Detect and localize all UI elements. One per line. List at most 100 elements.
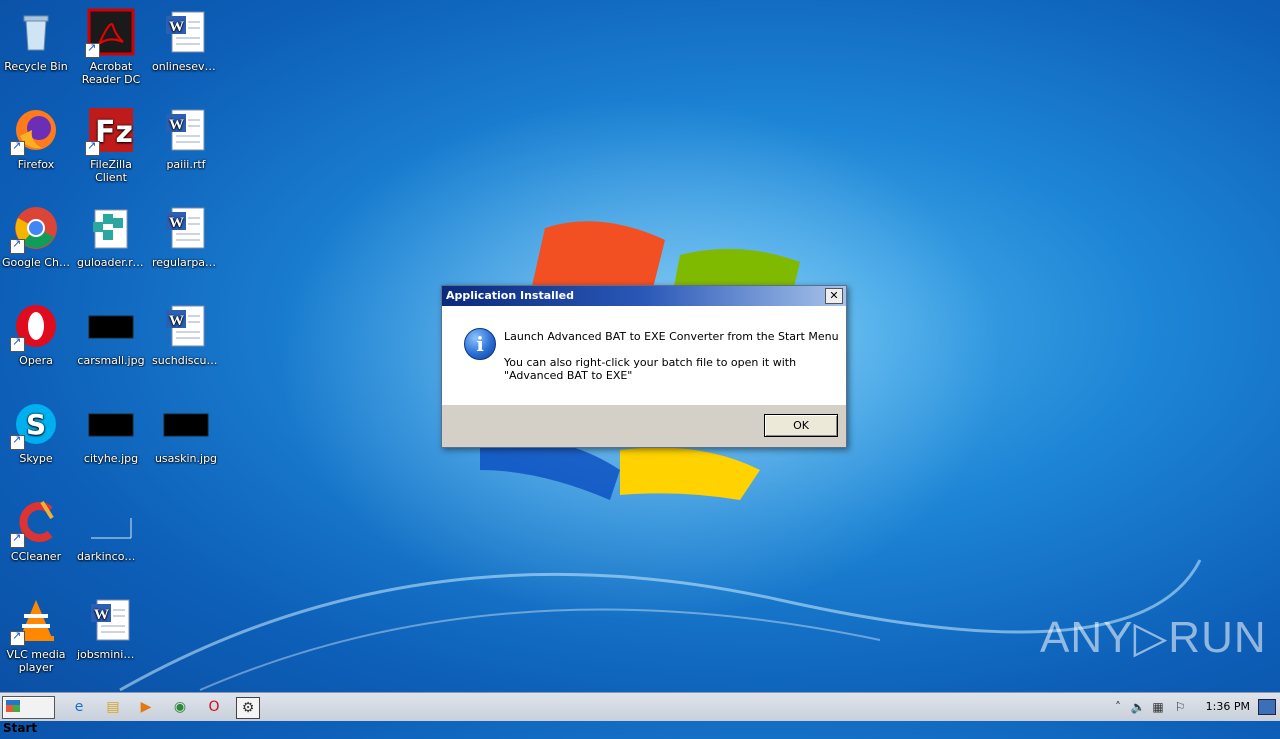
desktop-icon[interactable]: Recycle Bin bbox=[0, 2, 72, 73]
desktop-icon-label: Skype bbox=[19, 452, 53, 465]
explorer-icon: ▤ bbox=[106, 699, 120, 715]
application-installed-dialog: Application Installed ✕ i Launch Advance… bbox=[441, 285, 847, 448]
desktop-icon-label: Google Chrome bbox=[2, 256, 72, 269]
ccleaner-icon bbox=[10, 498, 60, 548]
desktop-icon[interactable]: CCleaner bbox=[0, 492, 72, 563]
dialog-titlebar[interactable]: Application Installed ✕ bbox=[442, 286, 846, 306]
svg-text:W: W bbox=[169, 19, 184, 35]
dialog-message-secondary: You can also right-click your batch file… bbox=[504, 356, 797, 382]
word-doc-icon: W bbox=[162, 204, 210, 252]
desktop-icon[interactable]: Wjobsminimu.... bbox=[75, 590, 147, 661]
ok-button[interactable]: OK bbox=[764, 414, 838, 437]
image-file-icon bbox=[87, 400, 135, 448]
volume-icon[interactable]: 🔈 bbox=[1130, 699, 1146, 715]
desktop-icon-label: suchdiscussi.... bbox=[152, 354, 222, 367]
desktop-icon[interactable]: Wonlineseven.... bbox=[150, 2, 222, 73]
desktop-icon[interactable]: darkincome.... bbox=[75, 492, 147, 563]
taskbar: Start e ▤ ▶ ◉ O ⚙ ˄ 🔈 ▦ ⚐ 1:36 PM bbox=[0, 692, 1280, 735]
desktop-icon[interactable]: Wpaiii.rtf bbox=[150, 100, 222, 171]
svg-text:W: W bbox=[169, 215, 184, 231]
installer-icon: ⚙ bbox=[241, 700, 255, 716]
word-doc-icon: W bbox=[162, 8, 210, 56]
desktop-icon[interactable]: usaskin.jpg bbox=[150, 394, 222, 465]
desktop-icon-label: Recycle Bin bbox=[4, 60, 68, 73]
taskbar-chrome-button[interactable]: ◉ bbox=[169, 697, 191, 717]
recycle-bin-icon bbox=[12, 8, 60, 56]
desktop-icon[interactable]: Google Chrome bbox=[0, 198, 72, 269]
clock[interactable]: 1:36 PM bbox=[1206, 700, 1250, 713]
taskbar-ie-button[interactable]: e bbox=[68, 697, 90, 717]
shortcut-arrow-icon bbox=[10, 433, 25, 450]
desktop-icon[interactable]: cityhe.jpg bbox=[75, 394, 147, 465]
desktop-icon[interactable]: Opera bbox=[0, 296, 72, 367]
dialog-button-area: OK bbox=[442, 405, 846, 447]
desktop-icon[interactable]: carsmall.jpg bbox=[75, 296, 147, 367]
shortcut-arrow-icon bbox=[85, 41, 100, 58]
acrobat-icon bbox=[85, 8, 135, 58]
desktop-icon-label: FileZilla Client bbox=[90, 158, 132, 184]
desktop-icon-label: VLC media player bbox=[6, 648, 66, 674]
svg-text:S: S bbox=[26, 408, 46, 441]
opera-icon: O bbox=[208, 699, 220, 715]
action-center-flag-icon[interactable]: ⚐ bbox=[1172, 699, 1188, 715]
shortcut-arrow-icon bbox=[10, 629, 25, 646]
start-button[interactable]: Start bbox=[2, 696, 55, 735]
desktop-icon-label: regularpass.... bbox=[152, 256, 222, 269]
opera-icon bbox=[10, 302, 60, 352]
image-file-icon bbox=[87, 302, 135, 350]
show-hidden-icon[interactable]: ˄ bbox=[1110, 699, 1126, 715]
desktop-icon[interactable]: Fz FileZilla Client bbox=[75, 100, 147, 184]
desktop-icon[interactable]: guloader.reg bbox=[75, 198, 147, 269]
shortcut-arrow-icon bbox=[10, 335, 25, 352]
chrome-icon bbox=[10, 204, 60, 254]
windows-logo-icon bbox=[6, 700, 20, 712]
skype-icon: S bbox=[10, 400, 60, 450]
desktop-icon-label: darkincome.... bbox=[77, 550, 147, 563]
close-icon: ✕ bbox=[829, 289, 839, 302]
desktop-icon[interactable]: Firefox bbox=[0, 100, 72, 171]
registry-file-icon bbox=[87, 204, 135, 252]
firefox-icon bbox=[10, 106, 60, 156]
desktop-icon-label: Acrobat Reader DC bbox=[81, 60, 141, 86]
desktop-icon-label: cityhe.jpg bbox=[83, 452, 139, 465]
desktop-icon-label: jobsminimu.... bbox=[77, 648, 147, 661]
word-doc-icon: W bbox=[162, 106, 210, 154]
shortcut-arrow-icon bbox=[10, 139, 25, 156]
desktop-icon-label: carsmall.jpg bbox=[77, 354, 145, 367]
svg-text:W: W bbox=[169, 117, 184, 133]
shortcut-arrow-icon bbox=[10, 237, 25, 254]
desktop-icon-label: Opera bbox=[19, 354, 53, 367]
taskbar-opera-button[interactable]: O bbox=[203, 697, 225, 717]
filezilla-icon: Fz bbox=[85, 106, 135, 156]
desktop-icon-label: guloader.reg bbox=[77, 256, 147, 269]
desktop-icon[interactable]: S Skype bbox=[0, 394, 72, 465]
taskbar-media-player-button[interactable]: ▶ bbox=[135, 697, 157, 717]
svg-text:W: W bbox=[94, 607, 109, 623]
dialog-title: Application Installed bbox=[446, 289, 575, 302]
desktop-icon[interactable]: Wsuchdiscussi.... bbox=[150, 296, 222, 367]
anyrun-watermark: ANY▷RUN bbox=[1040, 613, 1267, 662]
system-tray: ˄ 🔈 ▦ ⚐ 1:36 PM bbox=[1104, 693, 1280, 721]
desktop-icon-label: paiii.rtf bbox=[166, 158, 206, 171]
shortcut-arrow-icon bbox=[10, 531, 25, 548]
vlc-icon bbox=[10, 596, 60, 646]
taskbar-installer-button[interactable]: ⚙ bbox=[236, 697, 260, 719]
dialog-message-primary: Launch Advanced BAT to EXE Converter fro… bbox=[504, 330, 839, 343]
taskbar-explorer-button[interactable]: ▤ bbox=[102, 697, 124, 717]
network-icon[interactable]: ▦ bbox=[1150, 699, 1166, 715]
desktop-icon-label: CCleaner bbox=[10, 550, 62, 563]
close-button[interactable]: ✕ bbox=[825, 288, 843, 304]
desktop-icon[interactable]: Acrobat Reader DC bbox=[75, 2, 147, 86]
desktop-icon-label: onlineseven.... bbox=[152, 60, 222, 73]
chrome-icon: ◉ bbox=[173, 699, 187, 715]
ie-icon: e bbox=[74, 699, 84, 715]
shortcut-arrow-icon bbox=[85, 139, 100, 156]
desktop-icon[interactable]: VLC media player bbox=[0, 590, 72, 674]
image-file-icon bbox=[162, 400, 210, 448]
show-desktop-button[interactable] bbox=[1258, 699, 1276, 715]
desktop-icon[interactable]: Wregularpass.... bbox=[150, 198, 222, 269]
svg-text:W: W bbox=[169, 313, 184, 329]
media-player-icon: ▶ bbox=[140, 699, 152, 715]
word-doc-icon: W bbox=[162, 302, 210, 350]
desktop-icon-label: Firefox bbox=[17, 158, 55, 171]
